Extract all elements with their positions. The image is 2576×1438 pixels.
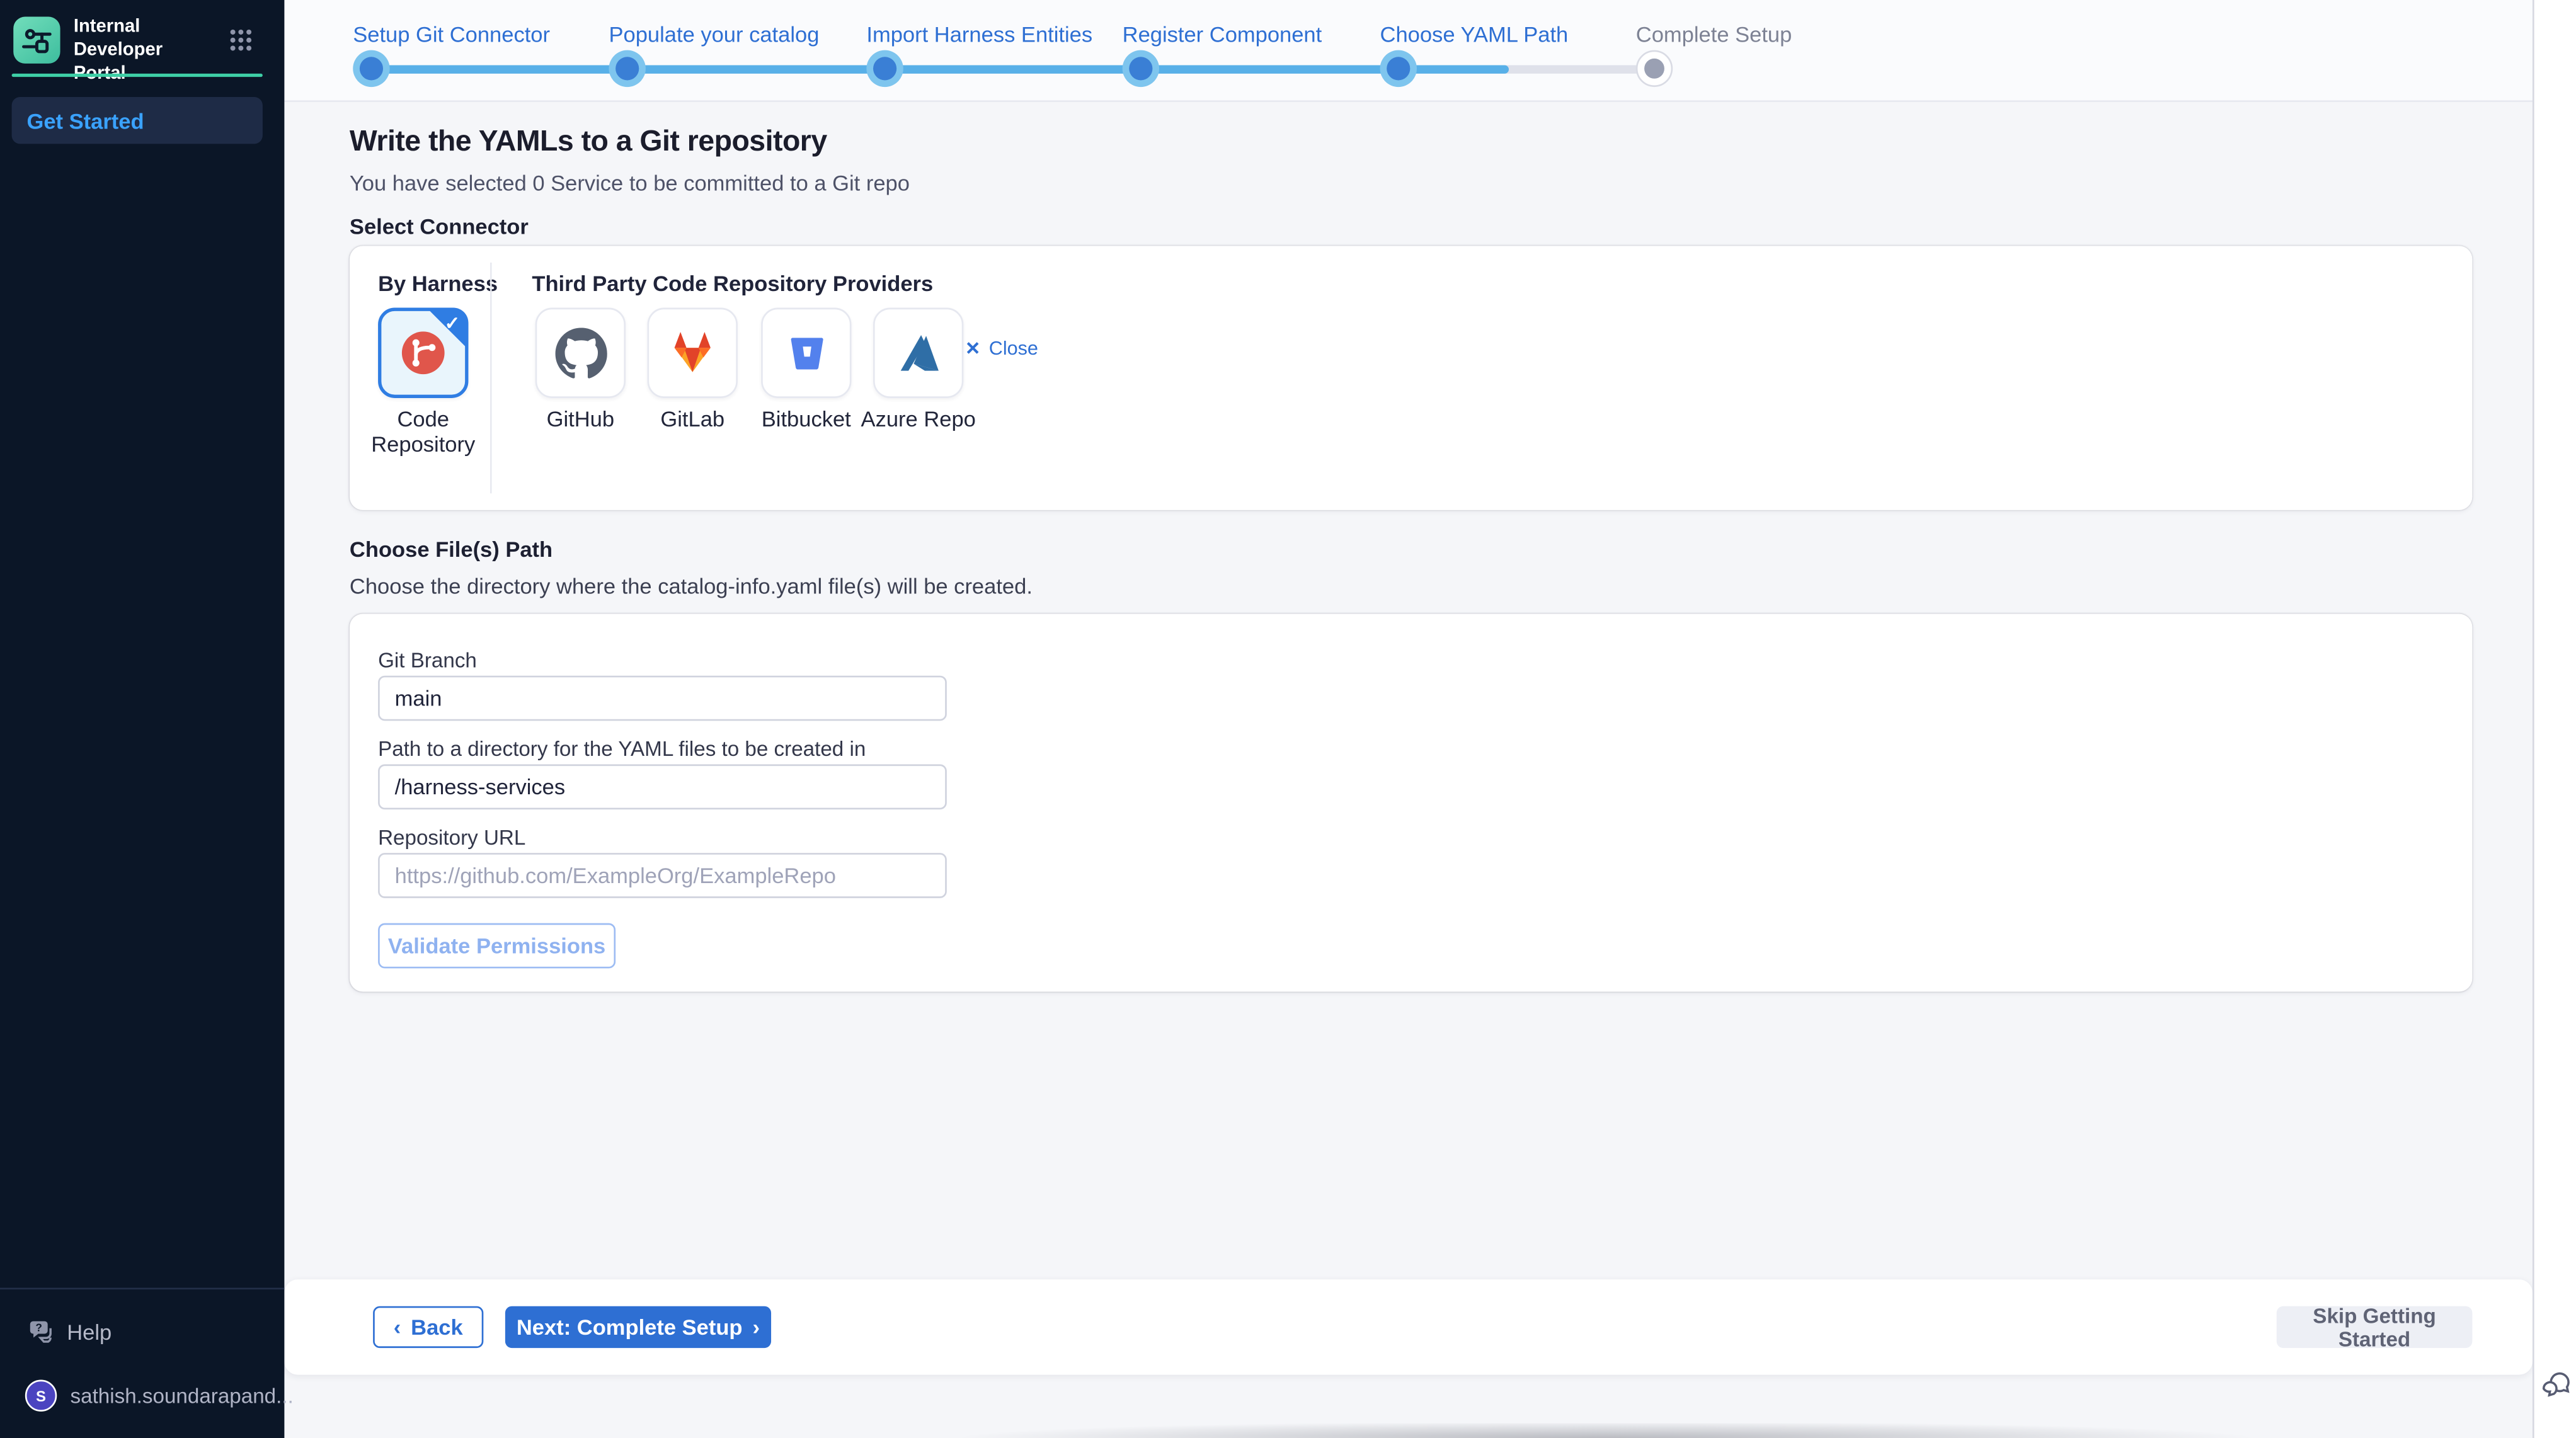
step-dot-icon [609,50,645,87]
next-complete-setup-button[interactable]: Next: Complete Setup › [505,1306,771,1348]
app-root: Internal Developer Portal Get Started ? … [0,0,2576,1438]
avatar: S [25,1380,57,1412]
connector-panel: By Harness Third Party Code Repository P… [350,246,2472,510]
check-icon: ✓ [445,313,460,335]
harness-idp-logo [13,17,60,64]
sidebar: Internal Developer Portal Get Started ? … [0,0,284,1438]
validate-permissions-button[interactable]: Validate Permissions [378,923,615,969]
connector-card-gitlab[interactable] [648,308,738,398]
repository-url-label: Repository URL [378,826,525,850]
sidebar-accent-divider [12,74,263,77]
back-button[interactable]: ‹ Back [373,1306,483,1348]
pipeline-logo-icon [20,23,54,57]
bottom-panel-shadow [786,1424,2425,1438]
connector-card-github[interactable] [535,308,626,398]
third-party-label: Third Party Code Repository Providers [532,271,933,296]
chevron-right-icon: › [752,1316,760,1338]
gitlab-icon [666,326,719,380]
choose-files-path-description: Choose the directory where the catalog-i… [350,574,1033,599]
connector-card-azure-repo[interactable] [873,308,963,398]
sidebar-item-get-started[interactable]: Get Started [12,97,263,144]
step-dot-icon [1380,50,1417,87]
close-icon: ✕ [965,338,980,360]
skip-getting-started-button[interactable]: Skip Getting Started [2277,1306,2473,1348]
connector-card-label: Code Repository [357,406,490,457]
stepper-track-progress [371,64,1509,72]
connector-group-divider [490,263,492,493]
select-connector-heading: Select Connector [350,214,529,239]
close-connector-picker-button[interactable]: ✕ Close [965,338,1038,360]
step-complete-setup[interactable]: Complete Setup [1636,22,1792,47]
yaml-directory-label: Path to a directory for the YAML files t… [378,738,866,761]
wizard-footer: ‹ Back Next: Complete Setup › Skip Getti… [284,1279,2533,1374]
help-button[interactable]: ? Help [28,1320,112,1345]
user-name: sathish.soundarapand... [71,1384,294,1407]
sidebar-bottom-divider [0,1288,284,1290]
user-account-button[interactable]: S sathish.soundarapand... [25,1380,294,1412]
by-harness-label: By Harness [378,271,498,296]
file-path-form-panel: Git Branch Path to a directory for the Y… [350,613,2472,991]
step-import-harness-entities[interactable]: Import Harness Entities [866,22,1092,47]
right-edge-strip [2533,0,2576,1438]
step-choose-yaml-path[interactable]: Choose YAML Path [1380,22,1569,47]
git-branch-label: Git Branch [378,649,477,672]
repository-url-input[interactable] [378,853,947,898]
step-dot-icon [1123,50,1159,87]
choose-files-path-heading: Choose File(s) Path [350,537,552,562]
azure-repo-icon [893,327,944,379]
connector-card-code-repository[interactable]: ✓ [378,308,468,398]
bitbucket-icon [781,327,832,379]
svg-text:?: ? [35,1321,42,1334]
git-branch-input[interactable] [378,676,947,721]
step-setup-git-connector[interactable]: Setup Git Connector [353,22,550,47]
page-title: Write the YAMLs to a Git repository [350,123,827,159]
step-dot-icon [866,50,903,87]
step-dot-icon [1636,50,1673,87]
step-populate-your-catalog[interactable]: Populate your catalog [609,22,819,47]
yaml-directory-input[interactable] [378,764,947,809]
help-chat-icon: ? [28,1320,55,1345]
chevron-left-icon: ‹ [394,1316,401,1338]
github-icon [554,327,606,379]
step-dot-icon [353,50,389,87]
page-subtitle: You have selected 0 Service to be commit… [350,171,910,196]
connector-card-bitbucket[interactable] [761,308,851,398]
apps-grid-icon[interactable] [229,28,253,52]
wizard-stepper: Setup Git Connector Populate your catalo… [284,0,2533,102]
connector-card-label: Azure Repo [851,406,985,431]
step-register-component[interactable]: Register Component [1123,22,1322,47]
support-chat-icon[interactable] [2539,1368,2573,1401]
